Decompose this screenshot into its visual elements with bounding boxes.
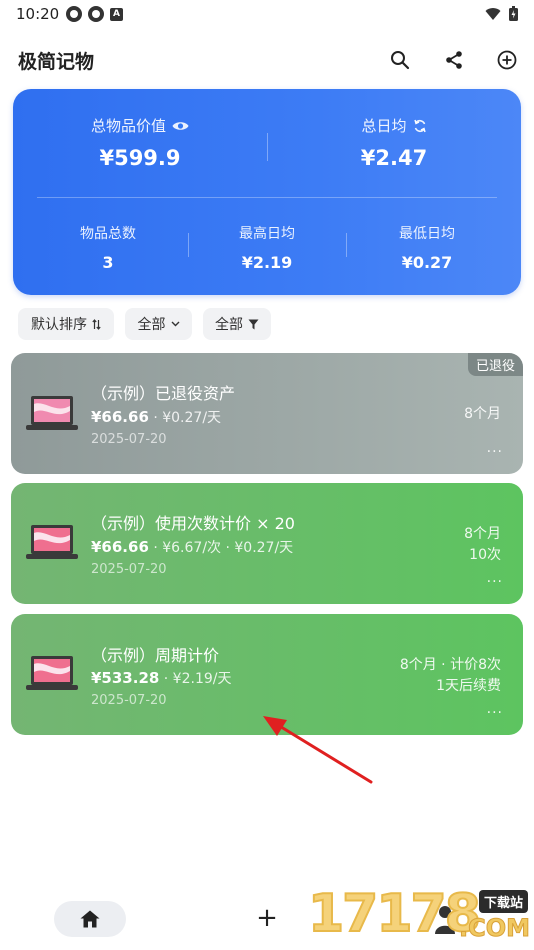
total-value: ¥599.9 bbox=[99, 146, 181, 170]
nav-add-button[interactable]: + bbox=[252, 903, 282, 933]
watermark-tag: 下载站 bbox=[478, 890, 528, 913]
sort-arrows-icon bbox=[92, 318, 101, 330]
share-icon bbox=[446, 51, 462, 69]
filter-funnel-icon bbox=[248, 319, 259, 329]
min-daily-label: 最低日均 bbox=[399, 226, 455, 242]
more-options-button[interactable]: ··· bbox=[487, 444, 503, 460]
site-watermark: 17178 下载站 .COM bbox=[307, 883, 534, 950]
laptop-icon bbox=[26, 525, 78, 559]
total-value-label: 总物品价值 bbox=[90, 117, 166, 135]
item-card-retired[interactable]: （示例）已退役资产 ¥66.66 · ¥0.27/天 2025-07-20 8个… bbox=[11, 353, 523, 474]
item-duration: 8个月 bbox=[464, 404, 501, 425]
daily-average-value: ¥2.47 bbox=[360, 146, 428, 170]
more-options-button[interactable]: ··· bbox=[487, 705, 503, 721]
status-time: 10:20 bbox=[16, 5, 60, 23]
laptop-icon bbox=[26, 396, 78, 430]
category-filter-label: 全部 bbox=[137, 317, 166, 333]
status-filter-chip[interactable]: 全部 bbox=[203, 308, 271, 340]
more-options-button[interactable]: ··· bbox=[487, 574, 503, 590]
app-notification-icon bbox=[66, 6, 82, 22]
item-duration-text: 8个月 · 计价8次 bbox=[399, 657, 501, 673]
sort-filter-chip[interactable]: 默认排序 bbox=[18, 308, 114, 340]
item-price-value: ¥66.66 bbox=[91, 408, 149, 426]
watermark-number: 17178 bbox=[307, 883, 482, 945]
item-price: ¥66.66 · ¥6.67/次 · ¥0.27/天 bbox=[91, 537, 293, 557]
app-notification-icon bbox=[88, 6, 104, 22]
system-icons bbox=[485, 6, 518, 21]
item-date: 2025-07-20 bbox=[91, 432, 167, 447]
search-icon bbox=[391, 51, 410, 70]
item-date: 2025-07-20 bbox=[91, 562, 167, 577]
item-price: ¥533.28 · ¥2.19/天 bbox=[91, 668, 231, 688]
divider bbox=[37, 197, 497, 198]
status-filter-label: 全部 bbox=[215, 317, 243, 333]
category-filter-chip[interactable]: 全部 bbox=[125, 308, 192, 340]
plus-circle-icon bbox=[497, 50, 517, 70]
retired-badge: 已退役 bbox=[467, 353, 523, 376]
item-duration: 8个月 · 计价8次 1天后续费 bbox=[400, 655, 501, 697]
item-price: ¥66.66 · ¥0.27/天 bbox=[91, 407, 221, 427]
share-button[interactable] bbox=[440, 46, 468, 74]
item-date: 2025-07-20 bbox=[91, 693, 167, 708]
item-title: （示例）周期计价 bbox=[91, 646, 220, 665]
item-price-value: ¥66.66 bbox=[91, 538, 149, 556]
summary-card: 总物品价值 ¥599.9 总日均 ¥2.47 物品总数 3 最高日均 ¥2.19… bbox=[13, 89, 521, 295]
add-item-button[interactable] bbox=[493, 46, 521, 74]
page-title: 极简记物 bbox=[18, 51, 95, 73]
total-value-stat: 总物品价值 ¥599.9 bbox=[13, 115, 267, 170]
search-button[interactable] bbox=[386, 46, 414, 74]
item-usage-count: 10次 bbox=[469, 547, 501, 563]
item-title: （示例）已退役资产 bbox=[91, 384, 236, 403]
sort-filter-label: 默认排序 bbox=[31, 317, 87, 333]
item-card-usage[interactable]: （示例）使用次数计价 × 20 ¥66.66 · ¥6.67/次 · ¥0.27… bbox=[11, 483, 523, 604]
red-arrow-annotation bbox=[263, 716, 373, 784]
app-header: 极简记物 bbox=[0, 40, 534, 80]
status-bar: 10:20 A bbox=[0, 0, 534, 30]
laptop-icon bbox=[26, 656, 78, 690]
battery-icon bbox=[509, 6, 518, 21]
item-duration-text: 8个月 bbox=[464, 406, 501, 422]
item-price-detail: · ¥0.27/天 bbox=[148, 410, 222, 426]
daily-average-stat: 总日均 ¥2.47 bbox=[267, 115, 521, 170]
eye-icon[interactable] bbox=[172, 120, 189, 132]
item-title: （示例）使用次数计价 × 20 bbox=[91, 514, 295, 533]
daily-average-label: 总日均 bbox=[361, 117, 407, 135]
item-duration: 8个月 10次 bbox=[464, 524, 501, 566]
item-renewal-text: 1天后续费 bbox=[436, 678, 501, 694]
item-price-detail: · ¥2.19/天 bbox=[159, 671, 232, 687]
home-icon bbox=[80, 910, 100, 928]
a-notification-icon: A bbox=[110, 8, 123, 21]
refresh-icon[interactable] bbox=[413, 119, 427, 133]
wifi-icon bbox=[485, 7, 501, 20]
min-daily-stat: 最低日均 ¥0.27 bbox=[333, 223, 521, 272]
item-price-value: ¥533.28 bbox=[91, 669, 160, 687]
nav-home-button[interactable] bbox=[54, 901, 126, 937]
chevron-down-icon bbox=[171, 321, 179, 327]
item-duration-text: 8个月 bbox=[464, 526, 501, 542]
item-price-detail: · ¥6.67/次 · ¥0.27/天 bbox=[148, 540, 294, 556]
watermark-suffix: .COM bbox=[458, 914, 530, 943]
min-daily-value: ¥0.27 bbox=[401, 253, 453, 272]
notification-icons: A bbox=[66, 6, 123, 22]
